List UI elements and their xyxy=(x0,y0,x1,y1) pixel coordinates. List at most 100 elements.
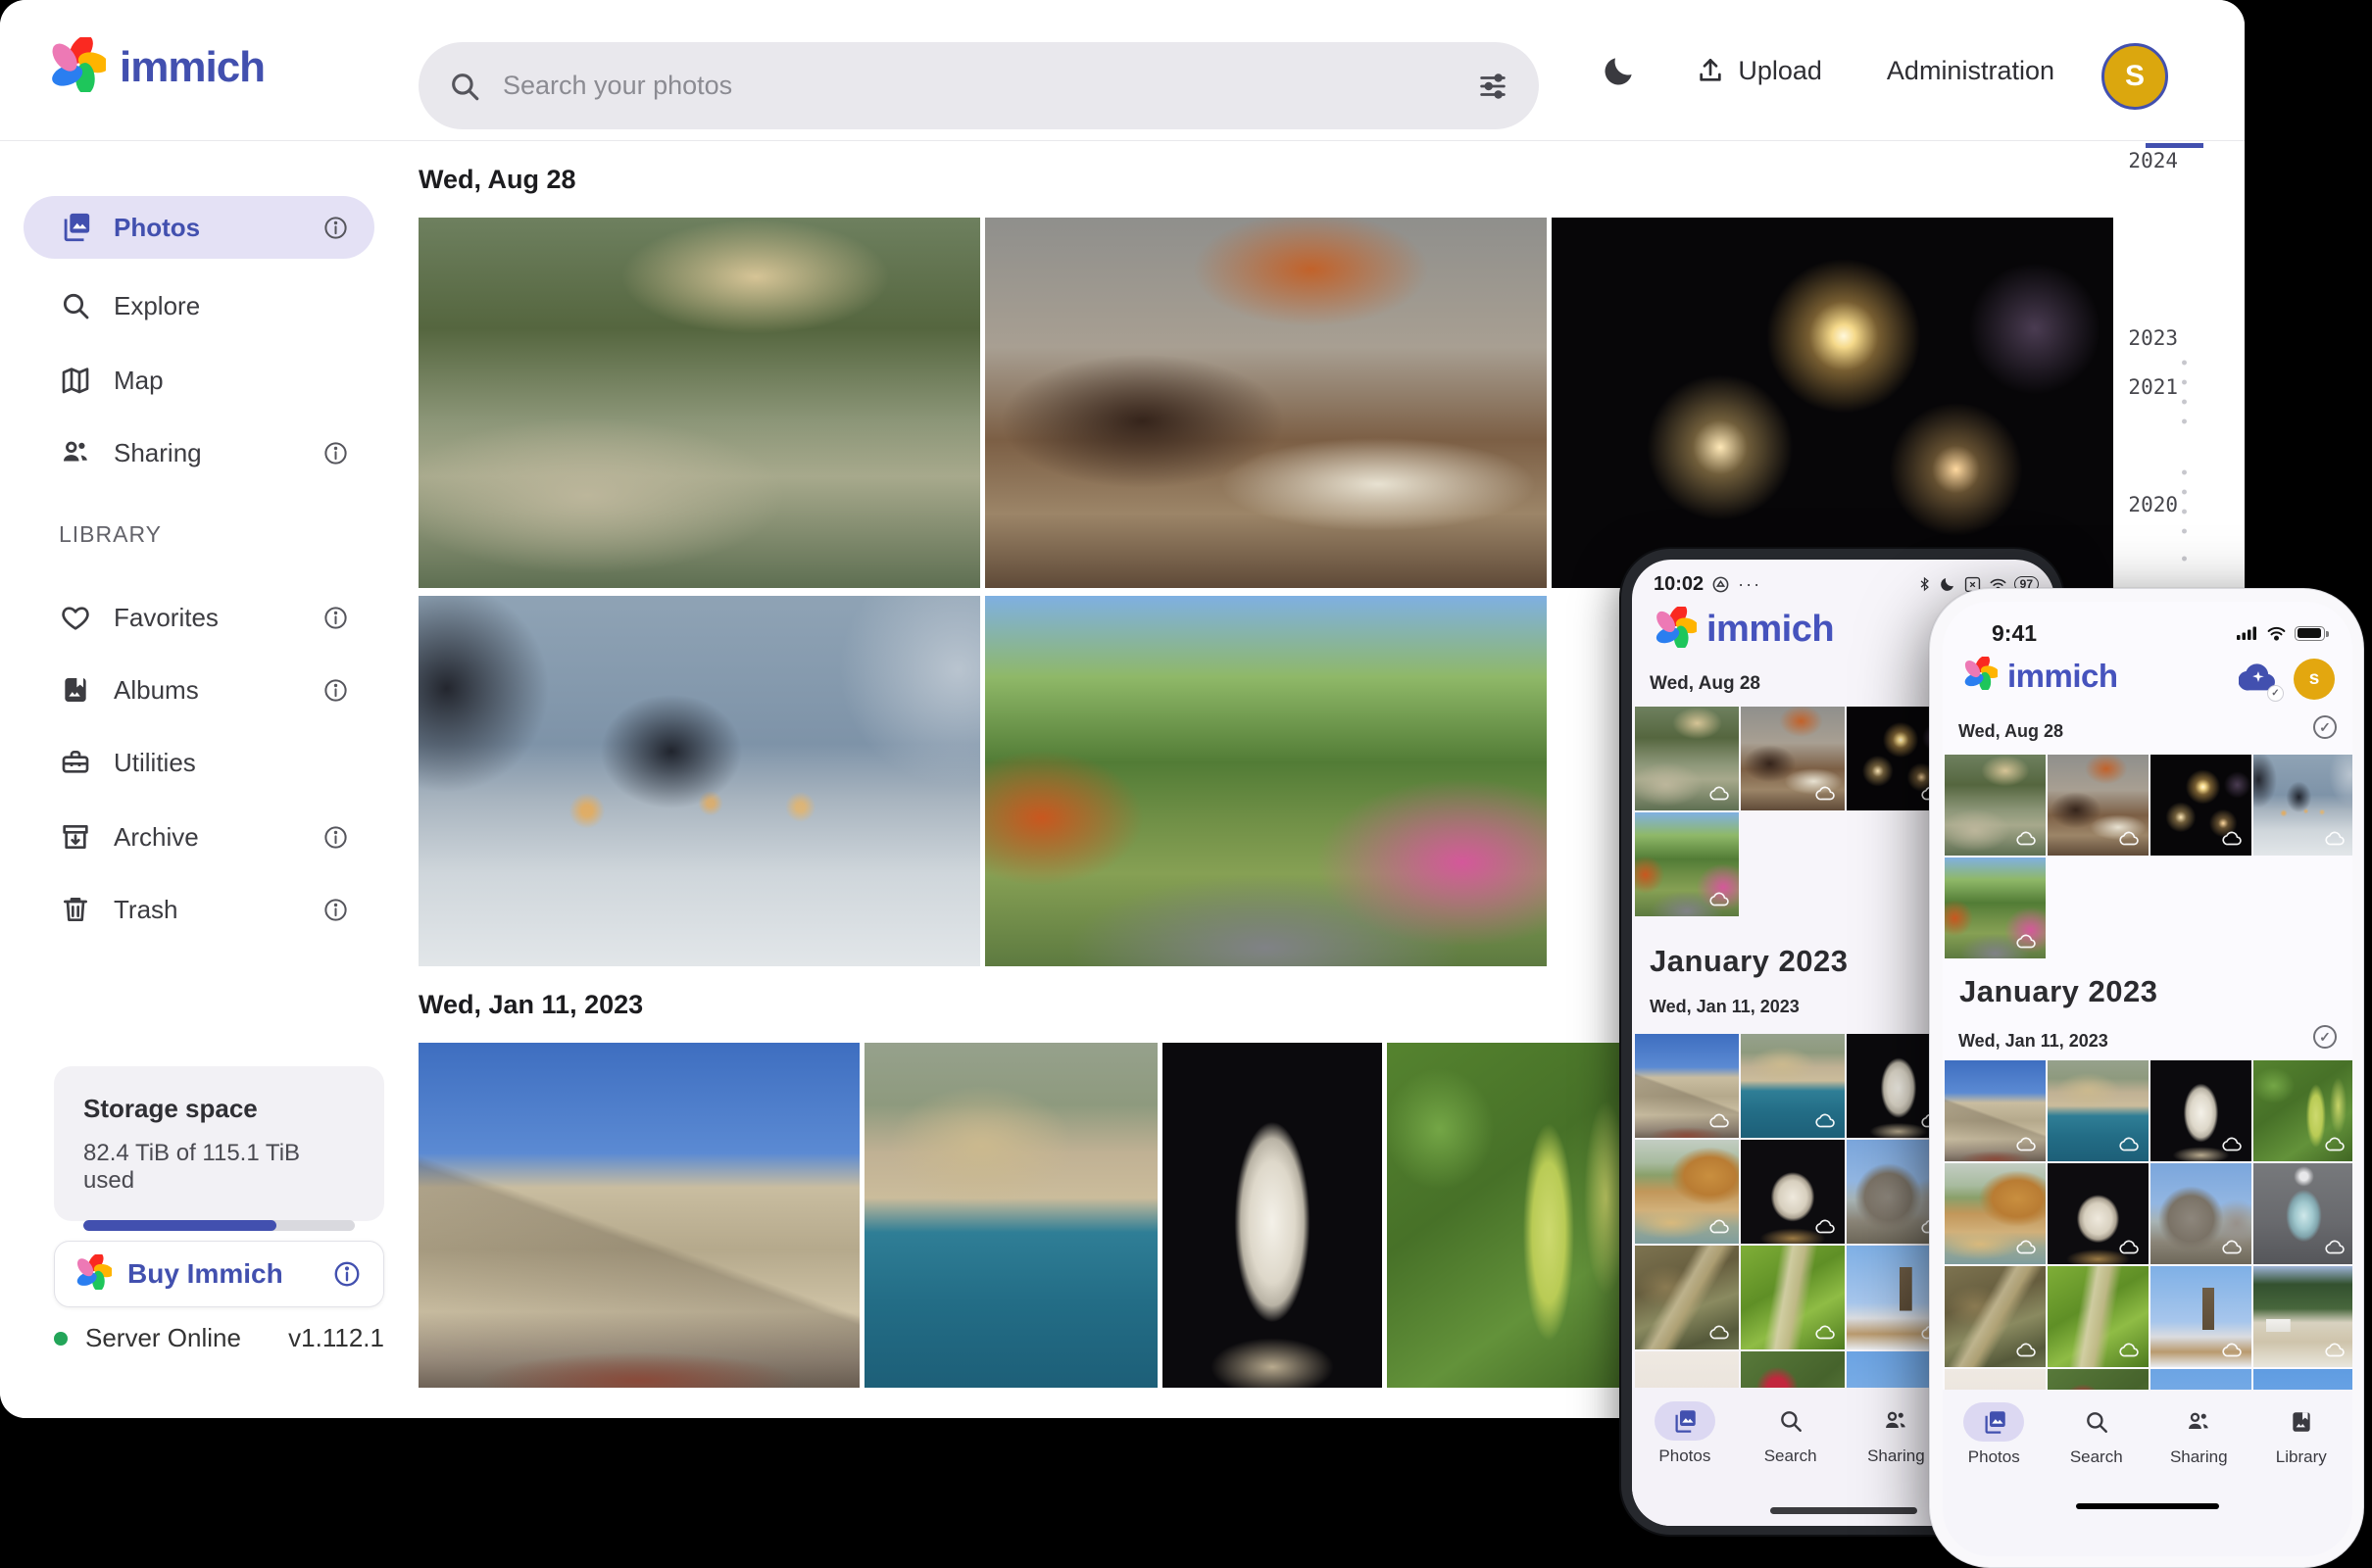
sidebar-item-albums[interactable]: Albums xyxy=(24,662,374,717)
sidebar-item-archive[interactable]: Archive xyxy=(24,809,374,864)
cloud-backup-icon xyxy=(1815,1322,1837,1344)
avatar[interactable]: S xyxy=(2101,43,2168,110)
cloud-backup-icon xyxy=(2119,1237,2141,1258)
cloud-backup-icon xyxy=(2016,1340,2038,1361)
date-group-header: Wed, Jan 11, 2023 xyxy=(419,990,643,1020)
info-icon[interactable] xyxy=(322,215,349,241)
photo-dinner[interactable] xyxy=(985,218,1547,588)
photo-coastal[interactable] xyxy=(865,1043,1158,1388)
photo-row xyxy=(419,596,1547,966)
sidebar-item-favorites[interactable]: Favorites xyxy=(24,590,374,645)
search-filter-icon[interactable] xyxy=(1476,70,1509,103)
photo-monkeys[interactable] xyxy=(419,218,980,588)
photo-fortress[interactable] xyxy=(419,1043,860,1388)
photo-sculpture[interactable] xyxy=(2048,1163,2149,1264)
upload-button[interactable]: Upload xyxy=(1695,55,1822,86)
timeline-year[interactable]: 2020 xyxy=(2098,493,2178,516)
photo-monkeys[interactable] xyxy=(1635,707,1739,810)
photo-path[interactable] xyxy=(1635,812,1739,916)
photo-path[interactable] xyxy=(985,596,1547,966)
server-online-dot xyxy=(54,1332,68,1346)
photo-coastal[interactable] xyxy=(2048,1060,2149,1161)
timeline-year[interactable]: 2023 xyxy=(2098,326,2178,350)
photo-monkeys[interactable] xyxy=(1945,755,2046,856)
info-icon[interactable] xyxy=(322,897,349,923)
library-section-label: LIBRARY xyxy=(59,521,162,548)
select-group-check-icon[interactable]: ✓ xyxy=(2313,715,2337,739)
android-home-indicator[interactable] xyxy=(1770,1507,1917,1514)
sidebar-item-utilities[interactable]: Utilities xyxy=(24,735,374,790)
photo-path[interactable] xyxy=(1945,858,2046,958)
search-input[interactable]: Search your photos xyxy=(419,42,1539,129)
date-group-header: Wed, Aug 28 xyxy=(1958,721,2063,742)
photo-hands[interactable] xyxy=(2253,755,2352,856)
photo-fortress[interactable] xyxy=(1945,1060,2046,1161)
date-group-header: Wed, Jan 11, 2023 xyxy=(1958,1031,2108,1052)
more-dots-icon: ··· xyxy=(1738,574,1761,595)
photo-church[interactable] xyxy=(2150,1266,2251,1367)
immich-flower-icon xyxy=(51,37,106,97)
photo-lizard2[interactable] xyxy=(1741,1246,1845,1349)
photo-lizard1[interactable] xyxy=(1635,1246,1739,1349)
nav-item-library[interactable]: Library xyxy=(2250,1402,2353,1556)
nav-item-sharing[interactable]: Sharing xyxy=(2148,1402,2250,1556)
avatar[interactable]: s xyxy=(2294,659,2335,700)
photo-farm[interactable] xyxy=(2253,1266,2352,1367)
nav-label: Photos xyxy=(1968,1447,2020,1467)
cloud-backup-icon xyxy=(1815,783,1837,805)
photo-row xyxy=(419,1043,1648,1388)
photo-bust[interactable] xyxy=(1162,1043,1382,1388)
sidebar-item-explore[interactable]: Explore xyxy=(24,278,374,333)
photo-berries[interactable] xyxy=(1387,1043,1648,1388)
photo-lizard2[interactable] xyxy=(2048,1266,2149,1367)
photo-dinner[interactable] xyxy=(2048,755,2149,856)
month-header: January 2023 xyxy=(1650,944,1848,979)
buy-immich-button[interactable]: Buy Immich xyxy=(54,1241,384,1307)
sidebar-item-sharing[interactable]: Sharing xyxy=(24,425,374,480)
dark-mode-toggle-icon[interactable] xyxy=(1601,52,1638,89)
app-logo: immich xyxy=(51,37,265,97)
buy-info-icon[interactable] xyxy=(332,1259,362,1289)
trash-icon xyxy=(59,894,92,925)
info-icon[interactable] xyxy=(322,440,349,466)
sidebar-item-label: Photos xyxy=(114,213,322,243)
administration-button[interactable]: Administration xyxy=(1887,56,2054,86)
nav-item-photos[interactable]: Photos xyxy=(1943,1402,2046,1556)
timeline-dots xyxy=(2182,353,2187,437)
sidebar-item-photos[interactable]: Photos xyxy=(24,196,374,259)
photo-fireworks[interactable] xyxy=(2150,755,2251,856)
cloud-backup-icon xyxy=(2119,1340,2141,1361)
storage-title: Storage space xyxy=(83,1094,355,1124)
info-icon[interactable] xyxy=(322,605,349,631)
photo-fireworks[interactable] xyxy=(1552,218,2113,588)
android-clock: 10:02 xyxy=(1654,573,1704,596)
timeline-year[interactable]: 2024 xyxy=(2098,149,2178,172)
timeline-dots xyxy=(2182,463,2187,541)
info-icon[interactable] xyxy=(322,824,349,851)
photo-bust[interactable] xyxy=(2150,1060,2251,1161)
server-version: v1.112.1 xyxy=(288,1323,384,1353)
nav-item-search[interactable]: Search xyxy=(2046,1402,2149,1556)
photo-ruins[interactable] xyxy=(2150,1163,2251,1264)
photo-dinner[interactable] xyxy=(1741,707,1845,810)
timeline-scrubber-handle[interactable] xyxy=(2146,143,2203,148)
photo-ornament[interactable] xyxy=(2253,1163,2352,1264)
photo-cliff[interactable] xyxy=(1945,1163,2046,1264)
cloud-sync-button[interactable]: ✓ xyxy=(2239,662,2278,697)
info-icon[interactable] xyxy=(322,677,349,704)
nav-item-photos[interactable]: Photos xyxy=(1632,1401,1738,1526)
photo-berries[interactable] xyxy=(2253,1060,2352,1161)
photo-fortress[interactable] xyxy=(1635,1034,1739,1138)
sync-check-icon: ✓ xyxy=(2267,685,2284,702)
timeline-year[interactable]: 2021 xyxy=(2098,375,2178,399)
photo-coastal[interactable] xyxy=(1741,1034,1845,1138)
select-group-check-icon[interactable]: ✓ xyxy=(2313,1025,2337,1049)
photo-hands[interactable] xyxy=(419,596,980,966)
photo-sculpture[interactable] xyxy=(1741,1140,1845,1244)
iphone-home-indicator[interactable] xyxy=(2076,1503,2219,1509)
photo-cliff[interactable] xyxy=(1635,1140,1739,1244)
sidebar-item-map[interactable]: Map xyxy=(24,353,374,408)
sidebar-item-trash[interactable]: Trash xyxy=(24,882,374,937)
iphone-clock: 9:41 xyxy=(1992,620,2037,647)
photo-lizard1[interactable] xyxy=(1945,1266,2046,1367)
